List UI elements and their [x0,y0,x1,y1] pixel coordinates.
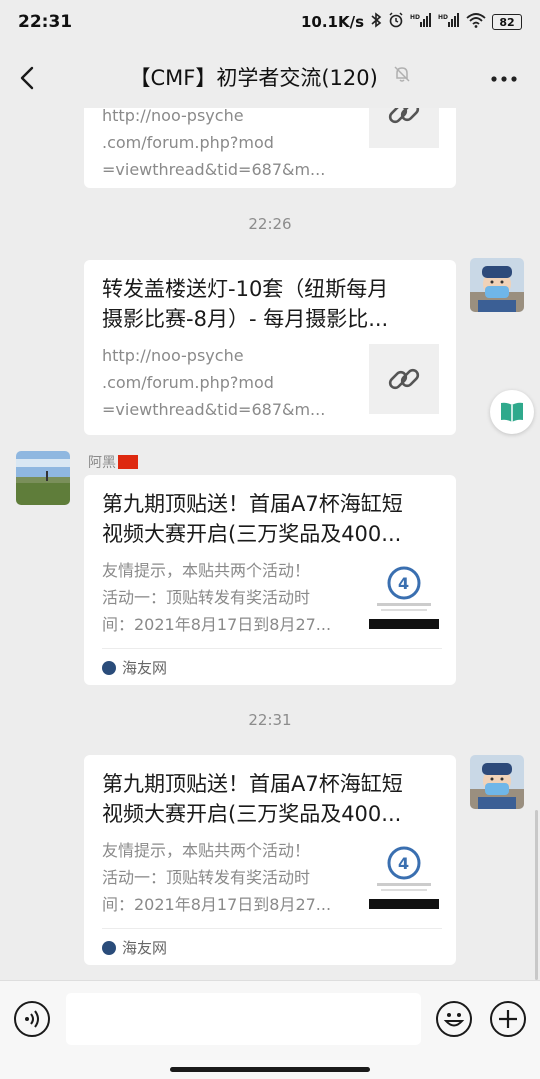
title-line: 第九期顶贴送！首届A7杯海缸短 [102,772,403,796]
card-source: 海友网 [102,657,167,678]
battery-icon: 82 [492,14,522,30]
desc-line: .com/forum.php?mod [102,133,274,152]
emoji-icon[interactable] [436,1001,472,1037]
article-card[interactable]: 第九期顶贴送！首届A7杯海缸短 视频大赛开启(三万奖品及400... 友情提示，… [84,755,456,965]
title-line: 摄影比赛-8月）- 每月摄影比... [102,307,389,331]
desc-line: .com/forum.php?mod [102,373,274,392]
title-line: 视频大赛开启(三万奖品及400... [102,802,402,826]
avatar[interactable] [470,258,524,312]
title-line: 转发盖楼送灯-10套（纽斯每月 [102,277,389,301]
svg-text:4: 4 [398,574,409,593]
desc-line: =viewthread&tid=687&m... [102,400,326,419]
article-card[interactable]: 第九期顶贴送！首届A7杯海缸短 视频大赛开启(三万奖品及400... 友情提示，… [84,475,456,685]
avatar[interactable] [16,451,70,505]
plus-icon[interactable] [490,1001,526,1037]
chat-title-wrap: 【CMF】初学者交流(120) [0,62,540,92]
scrollbar[interactable] [535,810,538,980]
source-name: 海友网 [122,659,168,677]
svg-text:HD: HD [410,14,420,21]
card-source: 海友网 [102,937,167,958]
svg-text:HD: HD [438,14,448,21]
timestamp: 22:31 [248,711,292,729]
card-description: http://noo-psyche .com/forum.php?mod =vi… [102,342,357,423]
link-card[interactable]: http://noo-psyche .com/forum.php?mod =vi… [84,108,456,188]
link-icon [369,344,439,414]
chat-message-list[interactable]: http://noo-psyche .com/forum.php?mod =vi… [0,108,540,980]
home-indicator[interactable] [170,1067,370,1072]
card-title: 第九期顶贴送！首届A7杯海缸短 视频大赛开启(三万奖品及400... [102,489,432,549]
card-description: 友情提示，本贴共两个活动！ 活动一：顶贴转发有奖活动时 间：2021年8月17日… [102,557,357,638]
signal-hd-icon: HD [410,12,432,32]
desc-line: 间：2021年8月17日到8月27... [102,895,332,914]
bell-muted-icon [393,65,411,87]
card-description: 友情提示，本贴共两个活动！ 活动一：顶贴转发有奖活动时 间：2021年8月17日… [102,837,357,918]
article-thumbnail: 4 [369,839,439,909]
sender-name: 阿黑 [88,452,138,472]
desc-line: 活动一：顶贴转发有奖活动时 [102,868,311,887]
sender-name-text: 阿黑 [88,455,116,471]
wifi-icon [466,12,486,32]
card-divider [102,648,442,649]
timestamp: 22:26 [248,215,292,233]
floating-reader-button[interactable] [490,390,534,434]
status-icons: 10.1K/s HD HD 82 [301,12,522,32]
svg-text:4: 4 [398,854,409,873]
desc-line: http://noo-psyche [102,346,244,365]
link-icon [369,108,439,148]
network-speed: 10.1K/s [300,13,364,31]
card-title: 第九期顶贴送！首届A7杯海缸短 视频大赛开启(三万奖品及400... [102,769,432,829]
chat-header: 【CMF】初学者交流(120) [0,48,540,108]
title-line: 第九期顶贴送！首届A7杯海缸短 [102,492,403,516]
avatar[interactable] [470,755,524,809]
link-card[interactable]: 转发盖楼送灯-10套（纽斯每月 摄影比赛-8月）- 每月摄影比... http:… [84,260,456,435]
article-thumbnail: 4 [369,559,439,629]
flag-icon [118,455,138,469]
title-line: 视频大赛开启(三万奖品及400... [102,522,402,546]
card-title: 转发盖楼送灯-10套（纽斯每月 摄影比赛-8月）- 每月摄影比... [102,274,432,334]
signal-hd-icon-2: HD [438,12,460,32]
source-name: 海友网 [122,939,168,957]
desc-line: 友情提示，本贴共两个活动！ [102,841,311,860]
source-logo-icon [102,660,116,675]
desc-line: =viewthread&tid=687&m... [102,160,326,179]
card-description: http://noo-psyche .com/forum.php?mod =vi… [102,108,357,183]
card-divider [102,928,442,929]
status-time: 22:31 [18,12,73,32]
source-logo-icon [102,940,116,955]
status-bar: 22:31 10.1K/s HD HD 82 [0,0,540,48]
chat-title: 【CMF】初学者交流(120) [129,66,378,90]
desc-line: http://noo-psyche [102,108,244,125]
book-icon [501,402,523,422]
more-dots-icon[interactable] [490,64,518,89]
bluetooth-icon [370,12,382,32]
desc-line: 活动一：顶贴转发有奖活动时 [102,588,311,607]
message-input[interactable] [66,993,421,1045]
input-bar [0,980,540,1079]
desc-line: 间：2021年8月17日到8月27... [102,615,332,634]
desc-line: 友情提示，本贴共两个活动！ [102,561,311,580]
alarm-icon [388,12,404,32]
voice-icon[interactable] [14,1001,50,1037]
